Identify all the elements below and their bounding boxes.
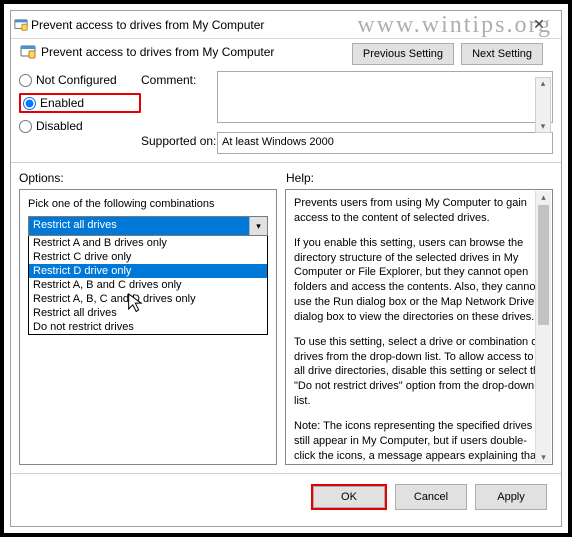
highlight-ok: OK: [311, 484, 387, 510]
options-pane: Pick one of the following combinations R…: [19, 189, 277, 465]
radio-not-configured-input[interactable]: [19, 74, 32, 87]
apply-button[interactable]: Apply: [475, 484, 547, 510]
help-paragraph-2: If you enable this setting, users can br…: [294, 236, 546, 325]
help-paragraph-4: Note: The icons representing the specifi…: [294, 419, 546, 465]
dropdown-item-c[interactable]: Restrict C drive only: [29, 250, 267, 264]
cancel-button[interactable]: Cancel: [395, 484, 467, 510]
policy-subtitle: Prevent access to drives from My Compute…: [41, 45, 274, 59]
dialog-window: Prevent access to drives from My Compute…: [10, 10, 562, 527]
radio-enabled-input[interactable]: [23, 97, 36, 110]
dropdown-item-abc[interactable]: Restrict A, B and C drives only: [29, 278, 267, 292]
supported-value: At least Windows 2000: [217, 132, 553, 154]
comment-textarea[interactable]: [217, 71, 553, 123]
dropdown-item-all[interactable]: Restrict all drives: [29, 306, 267, 320]
scrollbar-thumb[interactable]: [538, 205, 549, 325]
radio-enabled-label: Enabled: [40, 96, 84, 110]
help-paragraph-3: To use this setting, select a drive or c…: [294, 335, 546, 409]
help-pane: Prevents users from using My Computer to…: [285, 189, 553, 465]
highlight-enabled: Enabled: [19, 93, 141, 113]
radio-not-configured[interactable]: Not Configured: [19, 73, 141, 87]
dropdown-item-d[interactable]: Restrict D drive only: [29, 264, 267, 278]
radio-enabled[interactable]: Enabled: [23, 96, 84, 110]
chevron-down-icon[interactable]: ▾: [249, 217, 267, 235]
supported-label: Supported on:: [141, 132, 217, 154]
options-caption: Pick one of the following combinations: [20, 190, 276, 216]
options-header: Options:: [19, 171, 286, 185]
combination-combo[interactable]: Restrict all drives ▾: [28, 216, 268, 236]
comment-label: Comment:: [141, 71, 217, 126]
next-setting-button[interactable]: Next Setting: [461, 43, 543, 65]
help-paragraph-1: Prevents users from using My Computer to…: [294, 196, 546, 226]
comment-scrollbar[interactable]: ▴▾: [535, 77, 551, 133]
combo-selected-value: Restrict all drives: [29, 217, 249, 235]
combination-dropdown[interactable]: Restrict A and B drives only Restrict C …: [28, 236, 268, 335]
dropdown-item-a-b[interactable]: Restrict A and B drives only: [29, 236, 267, 250]
ok-button[interactable]: OK: [313, 486, 385, 508]
radio-disabled-input[interactable]: [19, 120, 32, 133]
radio-disabled[interactable]: Disabled: [19, 119, 141, 133]
window-title: Prevent access to drives from My Compute…: [31, 18, 264, 32]
dropdown-item-abcd[interactable]: Restrict A, B, C and D drives only: [29, 292, 267, 306]
policy-icon: [11, 18, 31, 32]
dropdown-item-none[interactable]: Do not restrict drives: [29, 320, 267, 334]
help-header: Help:: [286, 171, 553, 185]
help-scrollbar[interactable]: ▴▾: [535, 191, 551, 463]
titlebar: Prevent access to drives from My Compute…: [11, 11, 561, 39]
radio-not-configured-label: Not Configured: [36, 73, 117, 87]
dialog-button-bar: OK Cancel Apply: [11, 473, 561, 520]
close-button[interactable]: ✕: [519, 11, 559, 37]
policy-icon: [19, 43, 37, 61]
radio-disabled-label: Disabled: [36, 119, 83, 133]
previous-setting-button[interactable]: Previous Setting: [352, 43, 454, 65]
